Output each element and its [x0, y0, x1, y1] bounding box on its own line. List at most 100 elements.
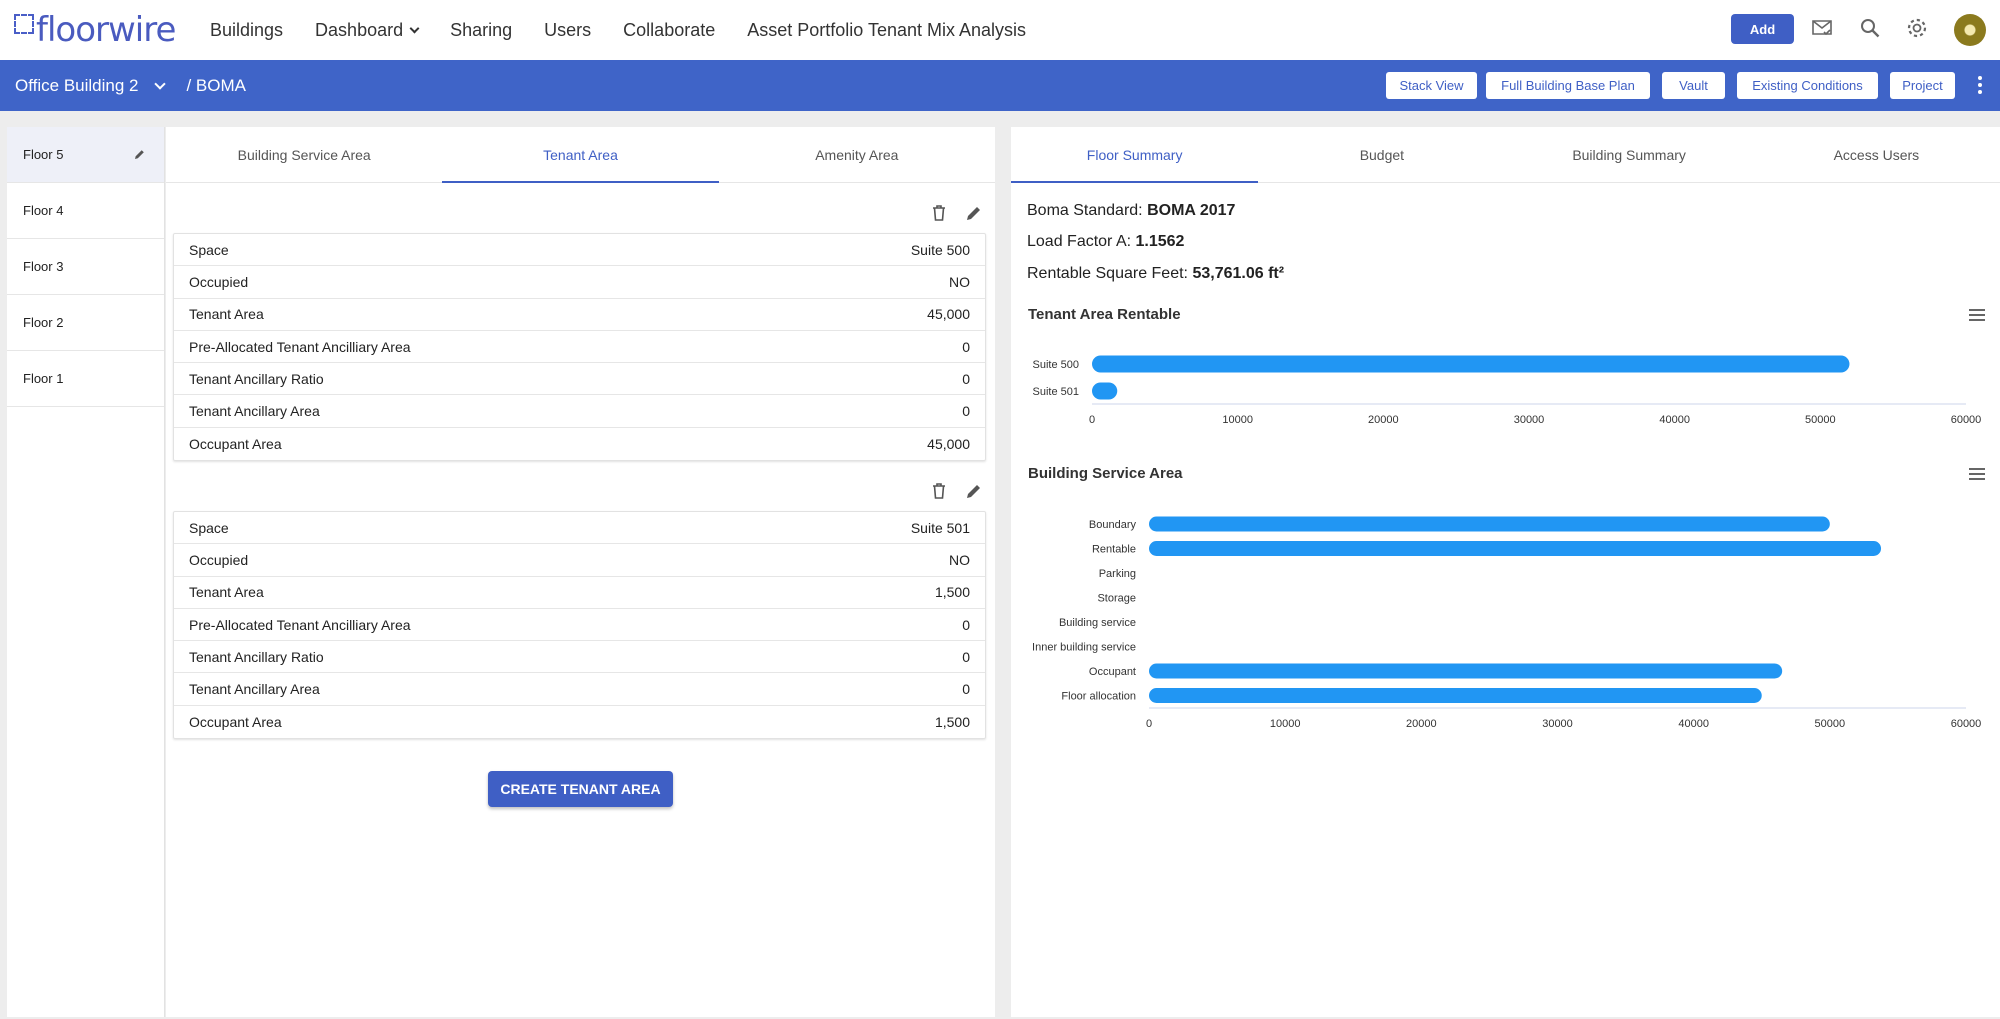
floor-list: Floor 5 Floor 4 Floor 3 Floor 2 Floor 1 [7, 127, 165, 1017]
field-value: 1,500 [934, 713, 970, 730]
building-name[interactable]: Office Building 2 [15, 76, 138, 96]
floor-item-5[interactable]: Floor 5 [7, 127, 164, 183]
bar [1149, 688, 1762, 703]
field-label: Space [189, 519, 229, 536]
area-tabs: Building Service Area Tenant Area Amenity … [166, 127, 995, 183]
rentable-square-feet: Rentable Square Feet: 53,761.06 ft² [1027, 265, 1284, 283]
edit-floor-icon[interactable] [134, 148, 146, 163]
create-tenant-area-button[interactable]: CREATE TENANT AREA [488, 771, 673, 807]
stack-view-button[interactable]: Stack View [1386, 72, 1477, 99]
floor-item-1[interactable]: Floor 1 [7, 351, 164, 407]
tick-label: 10000 [1270, 718, 1301, 730]
field-label: Tenant Area [189, 584, 264, 601]
chart-menu-icon[interactable] [1969, 468, 1985, 480]
add-button[interactable]: Add [1731, 14, 1794, 44]
tab-access-users[interactable]: Access Users [1753, 127, 2000, 182]
field-value: Suite 500 [910, 241, 970, 258]
field-value: 0 [962, 648, 970, 665]
nav-item-collaborate[interactable]: Collaborate [623, 20, 715, 41]
more-options-icon[interactable] [1978, 76, 1982, 96]
field-label: Pre-Allocated Tenant Ancilliary Area [189, 616, 411, 633]
tab-tenant-area[interactable]: Tenant Area [442, 127, 719, 183]
nav-item-label: Collaborate [623, 19, 716, 40]
table-row: Occupant Area 1,500 [174, 706, 985, 738]
breadcrumb-section: / BOMA [186, 75, 246, 95]
tick-label: 30000 [1542, 718, 1573, 730]
tick-label: 60000 [1951, 718, 1982, 730]
vault-button[interactable]: Vault [1662, 72, 1725, 99]
field-label: Tenant Ancillary Ratio [189, 370, 324, 387]
edit-icon[interactable] [965, 204, 983, 227]
floor-item-2[interactable]: Floor 2 [7, 295, 164, 351]
tenant-card-suite-501: Space Suite 501 Occupied NO Tenant Area 1,500… [173, 511, 986, 740]
floor-item-3[interactable]: Floor 3 [7, 239, 164, 295]
tab-building-summary[interactable]: Building Summary [1506, 127, 1753, 182]
bar [1149, 516, 1830, 532]
category-label: Suite 501 [1033, 386, 1079, 398]
tick-label: 0 [1089, 414, 1095, 426]
category-label: Floor allocation [1061, 691, 1136, 703]
project-button[interactable]: Project [1890, 72, 1955, 99]
tab-budget[interactable]: Budget [1258, 127, 1505, 182]
table-row: Pre-Allocated Tenant Ancilliary Area 0 [174, 331, 985, 364]
table-row: Occupied NO [174, 266, 985, 299]
building-service-area-chart: Boundary Rentable Parking Storage Building s… [1032, 516, 1982, 730]
floorwire-logo[interactable]: floorwire [14, 10, 176, 50]
main-menu: Buildings Dashboard Sharing Users Collaborat… [210, 0, 1058, 60]
tab-floor-summary[interactable]: Floor Summary [1011, 127, 1259, 183]
search-icon[interactable] [1858, 16, 1882, 40]
boma-value: BOMA 2017 [1147, 202, 1236, 219]
mail-check-icon[interactable] [1810, 16, 1834, 40]
field-label: Occupant Area [189, 713, 282, 730]
tab-building-service-area[interactable]: Building Service Area [166, 127, 442, 182]
nav-item-label: Dashboard [315, 19, 404, 40]
chevron-down-icon[interactable] [154, 77, 167, 90]
category-label: Inner building service [1032, 642, 1136, 654]
floor-item-4[interactable]: Floor 4 [7, 183, 164, 239]
delete-icon[interactable] [931, 204, 947, 227]
tenant-card-suite-500: Space Suite 500 Occupied NO Tenant Area 45,00… [173, 233, 986, 462]
field-value: 0 [962, 370, 970, 387]
field-label: Occupant Area [189, 435, 282, 452]
category-label: Building service [1059, 617, 1136, 629]
top-navigation: floorwire Buildings Dashboard Sharing Users… [0, 0, 2000, 60]
table-row: Pre-Allocated Tenant Ancilliary Area 0 [174, 609, 985, 642]
field-value: 0 [962, 403, 970, 420]
field-value: 1,500 [934, 584, 970, 601]
full-building-base-plan-button[interactable]: Full Building Base Plan [1486, 72, 1650, 99]
avatar[interactable] [1954, 14, 1986, 46]
field-value: Suite 501 [910, 519, 970, 536]
field-label: Pre-Allocated Tenant Ancilliary Area [189, 338, 411, 355]
edit-icon[interactable] [965, 482, 983, 505]
nav-item-buildings[interactable]: Buildings [210, 20, 283, 41]
rsf-label: Rentable Square Feet: [1027, 265, 1188, 282]
table-row: Occupant Area 45,000 [174, 428, 985, 460]
nav-item-sharing[interactable]: Sharing [450, 20, 512, 41]
field-label: Tenant Ancillary Ratio [189, 648, 324, 665]
tab-amenity-area[interactable]: Amenity Area [719, 127, 995, 182]
gear-icon[interactable] [1905, 16, 1929, 40]
nav-item-users[interactable]: Users [544, 20, 591, 41]
field-label: Tenant Ancillary Area [189, 403, 320, 420]
nav-item-dashboard[interactable]: Dashboard [315, 19, 420, 41]
tick-label: 30000 [1514, 414, 1545, 426]
bar [1149, 541, 1882, 556]
floor-label: Floor 3 [23, 259, 64, 274]
field-value: 45,000 [927, 306, 970, 323]
existing-conditions-button[interactable]: Existing Conditions [1737, 72, 1878, 99]
delete-icon[interactable] [931, 482, 947, 505]
floor-label: Floor 4 [23, 203, 64, 218]
nav-item-label: Asset Portfolio Tenant Mix Analysis [747, 19, 1027, 40]
nav-item-asset-portfolio-tenant-mix-analysis[interactable]: Asset Portfolio Tenant Mix Analysis [747, 20, 1026, 41]
field-label: Occupied [189, 273, 249, 290]
floor-label: Floor 5 [23, 147, 64, 162]
bar [1149, 663, 1783, 679]
floor-label: Floor 1 [23, 371, 64, 386]
tick-label: 20000 [1406, 718, 1437, 730]
building-toolbar: Office Building 2 / BOMA Stack View Full… [0, 60, 2000, 111]
tenant-area-panel: Building Service Area Tenant Area Amenity … [166, 127, 995, 1017]
chart-title-tenant-area-rentable: Tenant Area Rentable [1028, 306, 1181, 323]
chart-menu-icon[interactable] [1969, 309, 1985, 321]
field-value: 45,000 [927, 435, 970, 452]
field-label: Tenant Area [189, 306, 264, 323]
